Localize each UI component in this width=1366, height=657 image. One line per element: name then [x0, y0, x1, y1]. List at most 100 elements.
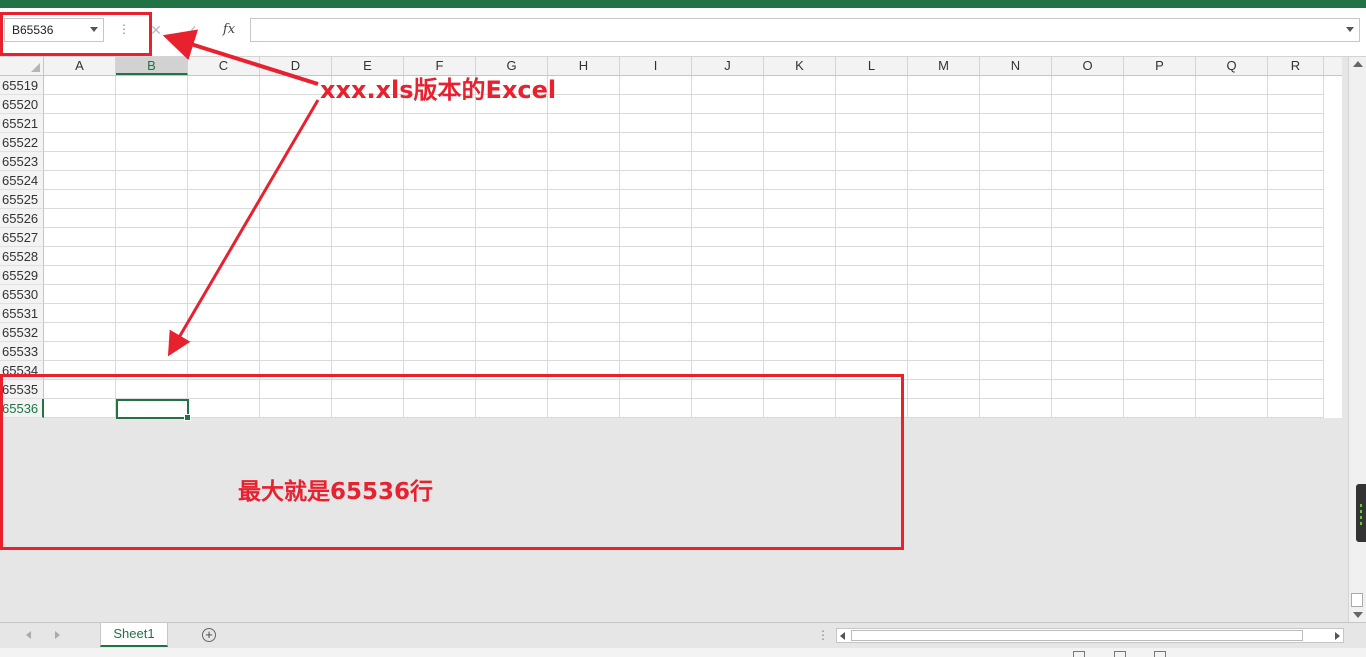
cell[interactable]: [1268, 76, 1324, 95]
cell[interactable]: [1124, 323, 1196, 342]
cell[interactable]: [1196, 133, 1268, 152]
cell[interactable]: [908, 95, 980, 114]
column-header-q[interactable]: Q: [1196, 57, 1268, 75]
cell[interactable]: [836, 247, 908, 266]
cell[interactable]: [1196, 209, 1268, 228]
column-header-h[interactable]: H: [548, 57, 620, 75]
cell[interactable]: [332, 285, 404, 304]
cell[interactable]: [548, 228, 620, 247]
cell[interactable]: [1124, 285, 1196, 304]
cell[interactable]: [1052, 304, 1124, 323]
cell[interactable]: [908, 247, 980, 266]
cell[interactable]: [1124, 190, 1196, 209]
enter-icon[interactable]: ✓: [182, 19, 202, 41]
cell[interactable]: [1196, 171, 1268, 190]
column-header-n[interactable]: N: [980, 57, 1052, 75]
row-header[interactable]: 65525: [0, 190, 44, 209]
cell[interactable]: [1268, 228, 1324, 247]
cell[interactable]: [692, 114, 764, 133]
cell[interactable]: [1268, 304, 1324, 323]
cell[interactable]: [476, 285, 548, 304]
vertical-dots-icon[interactable]: ⋮: [817, 628, 829, 642]
cell[interactable]: [476, 152, 548, 171]
cell[interactable]: [1268, 323, 1324, 342]
cell[interactable]: [260, 228, 332, 247]
cell[interactable]: [332, 247, 404, 266]
cell[interactable]: [764, 171, 836, 190]
cell[interactable]: [836, 114, 908, 133]
cell[interactable]: [836, 266, 908, 285]
cell[interactable]: [1052, 76, 1124, 95]
select-all-button[interactable]: [0, 57, 44, 75]
scroll-up-icon[interactable]: [1353, 61, 1363, 67]
cell[interactable]: [332, 323, 404, 342]
cell[interactable]: [476, 228, 548, 247]
cell[interactable]: [476, 342, 548, 361]
cell[interactable]: [116, 304, 188, 323]
cell[interactable]: [620, 76, 692, 95]
column-header-r[interactable]: R: [1268, 57, 1324, 75]
cell[interactable]: [1268, 171, 1324, 190]
cell[interactable]: [548, 152, 620, 171]
cell[interactable]: [1124, 171, 1196, 190]
scroll-left-icon[interactable]: [840, 632, 845, 640]
cell[interactable]: [1124, 95, 1196, 114]
cell[interactable]: [908, 323, 980, 342]
cell[interactable]: [908, 114, 980, 133]
cell[interactable]: [404, 266, 476, 285]
cell[interactable]: [116, 323, 188, 342]
cell[interactable]: [620, 114, 692, 133]
cell[interactable]: [116, 342, 188, 361]
cell[interactable]: [44, 133, 116, 152]
cell[interactable]: [476, 190, 548, 209]
cell[interactable]: [1196, 152, 1268, 171]
cell[interactable]: [188, 266, 260, 285]
cell[interactable]: [980, 171, 1052, 190]
cell[interactable]: [116, 209, 188, 228]
cell[interactable]: [188, 133, 260, 152]
row-header[interactable]: 65533: [0, 342, 44, 361]
cell[interactable]: [980, 285, 1052, 304]
cell[interactable]: [260, 152, 332, 171]
cell[interactable]: [260, 190, 332, 209]
cell[interactable]: [980, 361, 1052, 380]
cell[interactable]: [1268, 361, 1324, 380]
cell[interactable]: [764, 95, 836, 114]
cell[interactable]: [260, 266, 332, 285]
cell[interactable]: [404, 323, 476, 342]
cell[interactable]: [1268, 114, 1324, 133]
cell[interactable]: [404, 171, 476, 190]
cell[interactable]: [1196, 380, 1268, 399]
cell[interactable]: [692, 304, 764, 323]
cell[interactable]: [908, 399, 980, 418]
cell[interactable]: [908, 228, 980, 247]
cell[interactable]: [764, 323, 836, 342]
cell[interactable]: [764, 228, 836, 247]
cell[interactable]: [620, 152, 692, 171]
cell[interactable]: [1052, 399, 1124, 418]
cell[interactable]: [1268, 190, 1324, 209]
cell[interactable]: [1196, 114, 1268, 133]
cell[interactable]: [476, 114, 548, 133]
cell[interactable]: [188, 304, 260, 323]
cell[interactable]: [692, 171, 764, 190]
cell[interactable]: [836, 133, 908, 152]
cell[interactable]: [764, 190, 836, 209]
cell[interactable]: [764, 304, 836, 323]
formula-input[interactable]: [250, 18, 1360, 42]
cell[interactable]: [980, 114, 1052, 133]
cell[interactable]: [116, 171, 188, 190]
cell[interactable]: [1124, 399, 1196, 418]
cell[interactable]: [1196, 304, 1268, 323]
cell[interactable]: [980, 209, 1052, 228]
cell[interactable]: [1196, 95, 1268, 114]
cell[interactable]: [980, 304, 1052, 323]
row-header[interactable]: 65528: [0, 247, 44, 266]
cell[interactable]: [692, 285, 764, 304]
cell[interactable]: [1052, 190, 1124, 209]
tab-sheet1[interactable]: Sheet1: [100, 623, 168, 647]
cell[interactable]: [116, 285, 188, 304]
cell[interactable]: [980, 76, 1052, 95]
cell[interactable]: [476, 266, 548, 285]
cell[interactable]: [1052, 114, 1124, 133]
